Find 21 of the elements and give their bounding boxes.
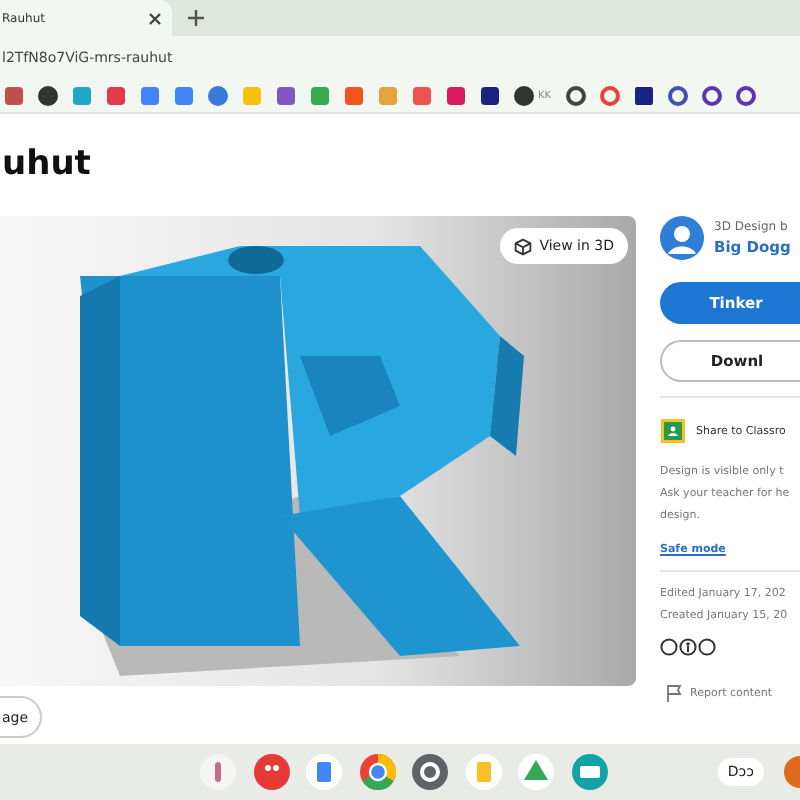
- app-icon[interactable]: [412, 754, 448, 790]
- app-icon[interactable]: [518, 754, 554, 790]
- new-tab-icon[interactable]: [188, 10, 204, 26]
- avatar-icon[interactable]: [780, 756, 800, 788]
- app-icon[interactable]: [200, 754, 236, 790]
- flag-icon[interactable]: [666, 684, 682, 702]
- app-icon[interactable]: [571, 754, 607, 790]
- close-icon[interactable]: [148, 11, 162, 25]
- bookmark-icon[interactable]: [735, 86, 756, 106]
- license-icon: [660, 638, 716, 656]
- page-title: uhut: [2, 142, 93, 188]
- bookmark-icon[interactable]: [565, 86, 586, 106]
- cube-icon: [513, 237, 532, 255]
- classroom-icon: [660, 418, 686, 444]
- bookmark-icon[interactable]: [701, 86, 722, 106]
- app-icon[interactable]: [306, 754, 342, 790]
- app-icon[interactable]: [253, 754, 289, 790]
- avatar-icon: [660, 216, 704, 260]
- app-icon[interactable]: [359, 754, 395, 790]
- bookmark-icon[interactable]: [667, 86, 688, 106]
- bookmark-icon[interactable]: [633, 86, 654, 106]
